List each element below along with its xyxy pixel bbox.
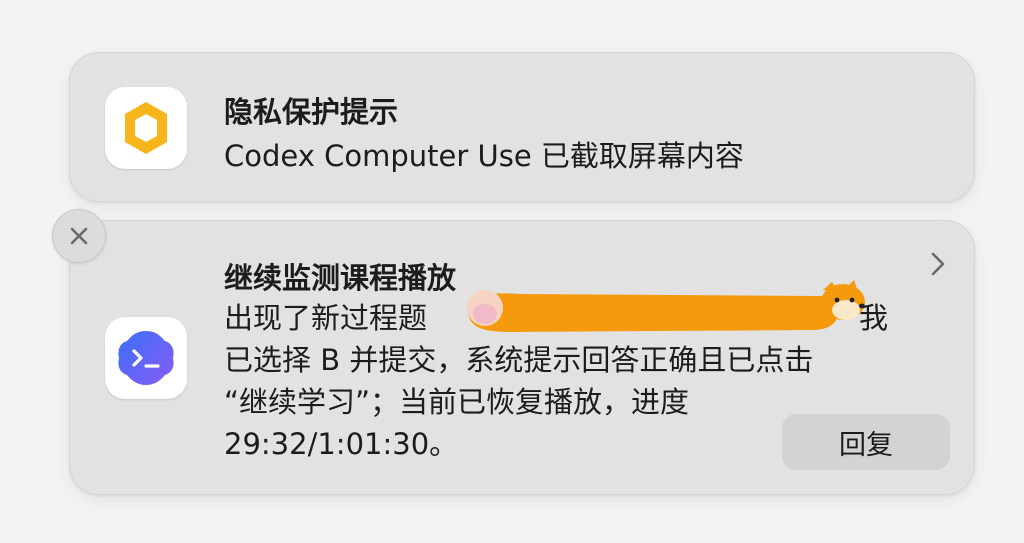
redaction-sticker (467, 280, 865, 332)
body-line: 已选择 B 并提交，系统提示回答正确且已点击 (224, 343, 814, 377)
reply-button[interactable]: 回复 (782, 414, 950, 470)
close-button[interactable] (52, 209, 106, 263)
close-icon (70, 227, 88, 245)
notification-title: 隐私保护提示 (224, 95, 399, 129)
course-notification[interactable]: 继续监测课程播放 出现了新过程题我 已选择 B 并提交，系统提示回答正确且已点击… (69, 220, 975, 495)
notification-body: Codex Computer Use 已截取屏幕内容 (224, 139, 744, 173)
privacy-shield-icon (105, 87, 187, 169)
chevron-right-icon[interactable] (926, 249, 950, 279)
notification-title: 继续监测课程播放 (224, 261, 457, 295)
codex-terminal-icon (105, 317, 187, 399)
privacy-notification[interactable]: 隐私保护提示 Codex Computer Use 已截取屏幕内容 (69, 52, 975, 202)
